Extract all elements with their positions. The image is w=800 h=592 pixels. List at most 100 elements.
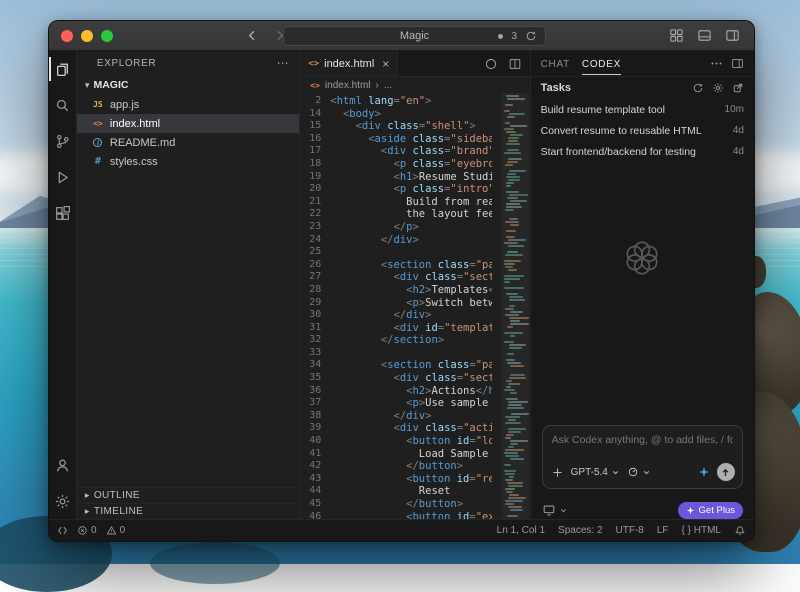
remote-indicator-icon[interactable] xyxy=(57,525,68,536)
line-number: 21 xyxy=(300,196,330,209)
reasoning-selector[interactable] xyxy=(627,466,651,478)
tab-chat[interactable]: CHAT xyxy=(541,57,570,70)
code-line[interactable]: 14 <body> xyxy=(300,108,529,121)
codex-input[interactable] xyxy=(552,432,733,448)
file-item-README.md[interactable]: iREADME.md xyxy=(77,133,299,152)
add-context-icon[interactable] xyxy=(551,466,564,479)
zoom-window-button[interactable] xyxy=(101,30,113,42)
status-item[interactable]: LF xyxy=(657,525,669,536)
sync-icon[interactable] xyxy=(525,30,537,42)
code-line[interactable]: 42 </button> xyxy=(300,460,529,473)
explorer-more-icon[interactable]: ⋯ xyxy=(277,56,290,70)
code-line[interactable]: 2<html lang="en"> xyxy=(300,95,529,108)
minimap[interactable] xyxy=(502,93,529,519)
more-horizontal-icon[interactable] xyxy=(710,57,723,70)
code-line[interactable]: 39 <div class="actions"> xyxy=(300,422,529,435)
close-tab-icon[interactable]: × xyxy=(382,57,389,71)
task-item[interactable]: Convert resume to reusable HTML4d xyxy=(531,120,754,141)
code-line[interactable]: 28 <h2>Templates</h2> xyxy=(300,284,529,297)
tab-codex[interactable]: CODEX xyxy=(582,57,621,75)
code-line[interactable]: 34 <section class="panel"> xyxy=(300,359,529,372)
line-content: <h1>Resume Studio</h1> xyxy=(330,171,492,184)
code-line[interactable]: 35 <div class="section-head"> xyxy=(300,372,529,385)
codex-editor-action-icon[interactable] xyxy=(484,57,498,71)
command-center[interactable]: Magic 3 xyxy=(283,26,546,46)
line-content: <p class="eyebrow"> xyxy=(330,158,492,171)
status-item[interactable]: Ln 1, Col 1 xyxy=(497,525,545,536)
line-number: 18 xyxy=(300,158,330,171)
code-line[interactable]: 43 <button id="reset"> xyxy=(300,473,529,486)
customize-layout-icon[interactable] xyxy=(669,28,684,43)
code-line[interactable]: 26 <section class="panel"> xyxy=(300,259,529,272)
split-editor-icon[interactable] xyxy=(508,57,522,71)
code-line[interactable]: 29 <p>Switch between styles xyxy=(300,297,529,310)
run-debug-icon[interactable] xyxy=(49,159,76,195)
file-item-app.js[interactable]: JSapp.js xyxy=(77,95,299,114)
code-line[interactable]: 44 Reset xyxy=(300,485,529,498)
file-name: app.js xyxy=(110,99,139,111)
close-window-button[interactable] xyxy=(61,30,73,42)
code-line[interactable]: 36 <h2>Actions</h2> xyxy=(300,385,529,398)
code-line[interactable]: 45 </button> xyxy=(300,498,529,511)
screen-share-selector[interactable] xyxy=(542,503,568,517)
code-area[interactable]: 2<html lang="en">14 <body>15 <div class=… xyxy=(300,93,529,519)
notifications-bell-icon[interactable] xyxy=(734,525,746,537)
get-plus-button[interactable]: Get Plus xyxy=(678,502,743,519)
search-icon[interactable] xyxy=(49,87,76,123)
toggle-secondary-sidebar-icon[interactable] xyxy=(725,28,740,43)
task-item[interactable]: Build resume template tool10m xyxy=(531,99,754,120)
status-item[interactable]: { } HTML xyxy=(682,525,721,536)
toggle-panel-icon[interactable] xyxy=(697,28,712,43)
code-line[interactable]: 21 Build from ready-made xyxy=(300,196,529,209)
outline-section[interactable]: ▸ OUTLINE xyxy=(77,487,299,503)
model-selector[interactable]: GPT-5.4 xyxy=(571,467,620,478)
code-line[interactable]: 37 <p>Use sample data xyxy=(300,397,529,410)
file-item-styles.css[interactable]: #styles.css xyxy=(77,152,299,171)
workspace-section[interactable]: ▾ MAGIC xyxy=(77,75,299,95)
send-button[interactable] xyxy=(717,463,735,481)
code-line[interactable]: 24 </div> xyxy=(300,234,529,247)
codex-composer[interactable]: GPT-5.4 xyxy=(542,425,743,489)
settings-gear-icon[interactable] xyxy=(49,483,76,519)
code-line[interactable]: 23 </p> xyxy=(300,221,529,234)
open-external-icon[interactable] xyxy=(732,82,744,94)
code-line[interactable]: 27 <div class="section-head"> xyxy=(300,271,529,284)
code-line[interactable]: 46 <button id="export"> xyxy=(300,511,529,519)
file-name: styles.css xyxy=(110,156,158,168)
status-item[interactable]: UTF-8 xyxy=(616,525,644,536)
extensions-icon[interactable] xyxy=(49,195,76,231)
code-line[interactable]: 17 <div class="brand"> xyxy=(300,145,529,158)
code-line[interactable]: 18 <p class="eyebrow"> xyxy=(300,158,529,171)
tab-index-html[interactable]: <> index.html × xyxy=(300,51,398,76)
code-line[interactable]: 38 </div> xyxy=(300,410,529,423)
code-line[interactable]: 41 Load Sample xyxy=(300,448,529,461)
task-item[interactable]: Start frontend/backend for testing4d xyxy=(531,141,754,162)
code-line[interactable]: 31 <div id="template-grid"> xyxy=(300,322,529,335)
timeline-section[interactable]: ▸ TIMELINE xyxy=(77,503,299,519)
status-item[interactable]: Spaces: 2 xyxy=(558,525,602,536)
code-line[interactable]: 16 <aside class="sidebar"> xyxy=(300,133,529,146)
code-line[interactable]: 20 <p class="intro"> xyxy=(300,183,529,196)
source-control-icon[interactable] xyxy=(49,123,76,159)
code-line[interactable]: 30 </div> xyxy=(300,309,529,322)
back-icon[interactable] xyxy=(245,28,260,43)
panel-layout-icon[interactable] xyxy=(731,57,744,70)
code-line[interactable]: 22 the layout feels right xyxy=(300,208,529,221)
code-line[interactable]: 32 </section> xyxy=(300,334,529,347)
file-item-index.html[interactable]: <>index.html xyxy=(77,114,299,133)
line-content: Reset xyxy=(330,485,492,498)
code-line[interactable]: 40 <button id="load-sample"> xyxy=(300,435,529,448)
refresh-icon[interactable] xyxy=(692,82,704,94)
breadcrumb[interactable]: <> index.html › ... xyxy=(300,77,529,93)
errors-status[interactable]: 0 xyxy=(77,525,97,536)
code-line[interactable]: 33 xyxy=(300,347,529,360)
warnings-status[interactable]: 0 xyxy=(106,525,126,536)
titlebar[interactable]: Magic 3 xyxy=(49,21,754,51)
code-line[interactable]: 25 xyxy=(300,246,529,259)
explorer-icon[interactable] xyxy=(49,51,76,87)
accounts-icon[interactable] xyxy=(49,447,76,483)
code-line[interactable]: 15 <div class="shell"> xyxy=(300,120,529,133)
code-line[interactable]: 19 <h1>Resume Studio</h1> xyxy=(300,171,529,184)
tasks-settings-gear-icon[interactable] xyxy=(712,82,724,94)
minimize-window-button[interactable] xyxy=(81,30,93,42)
